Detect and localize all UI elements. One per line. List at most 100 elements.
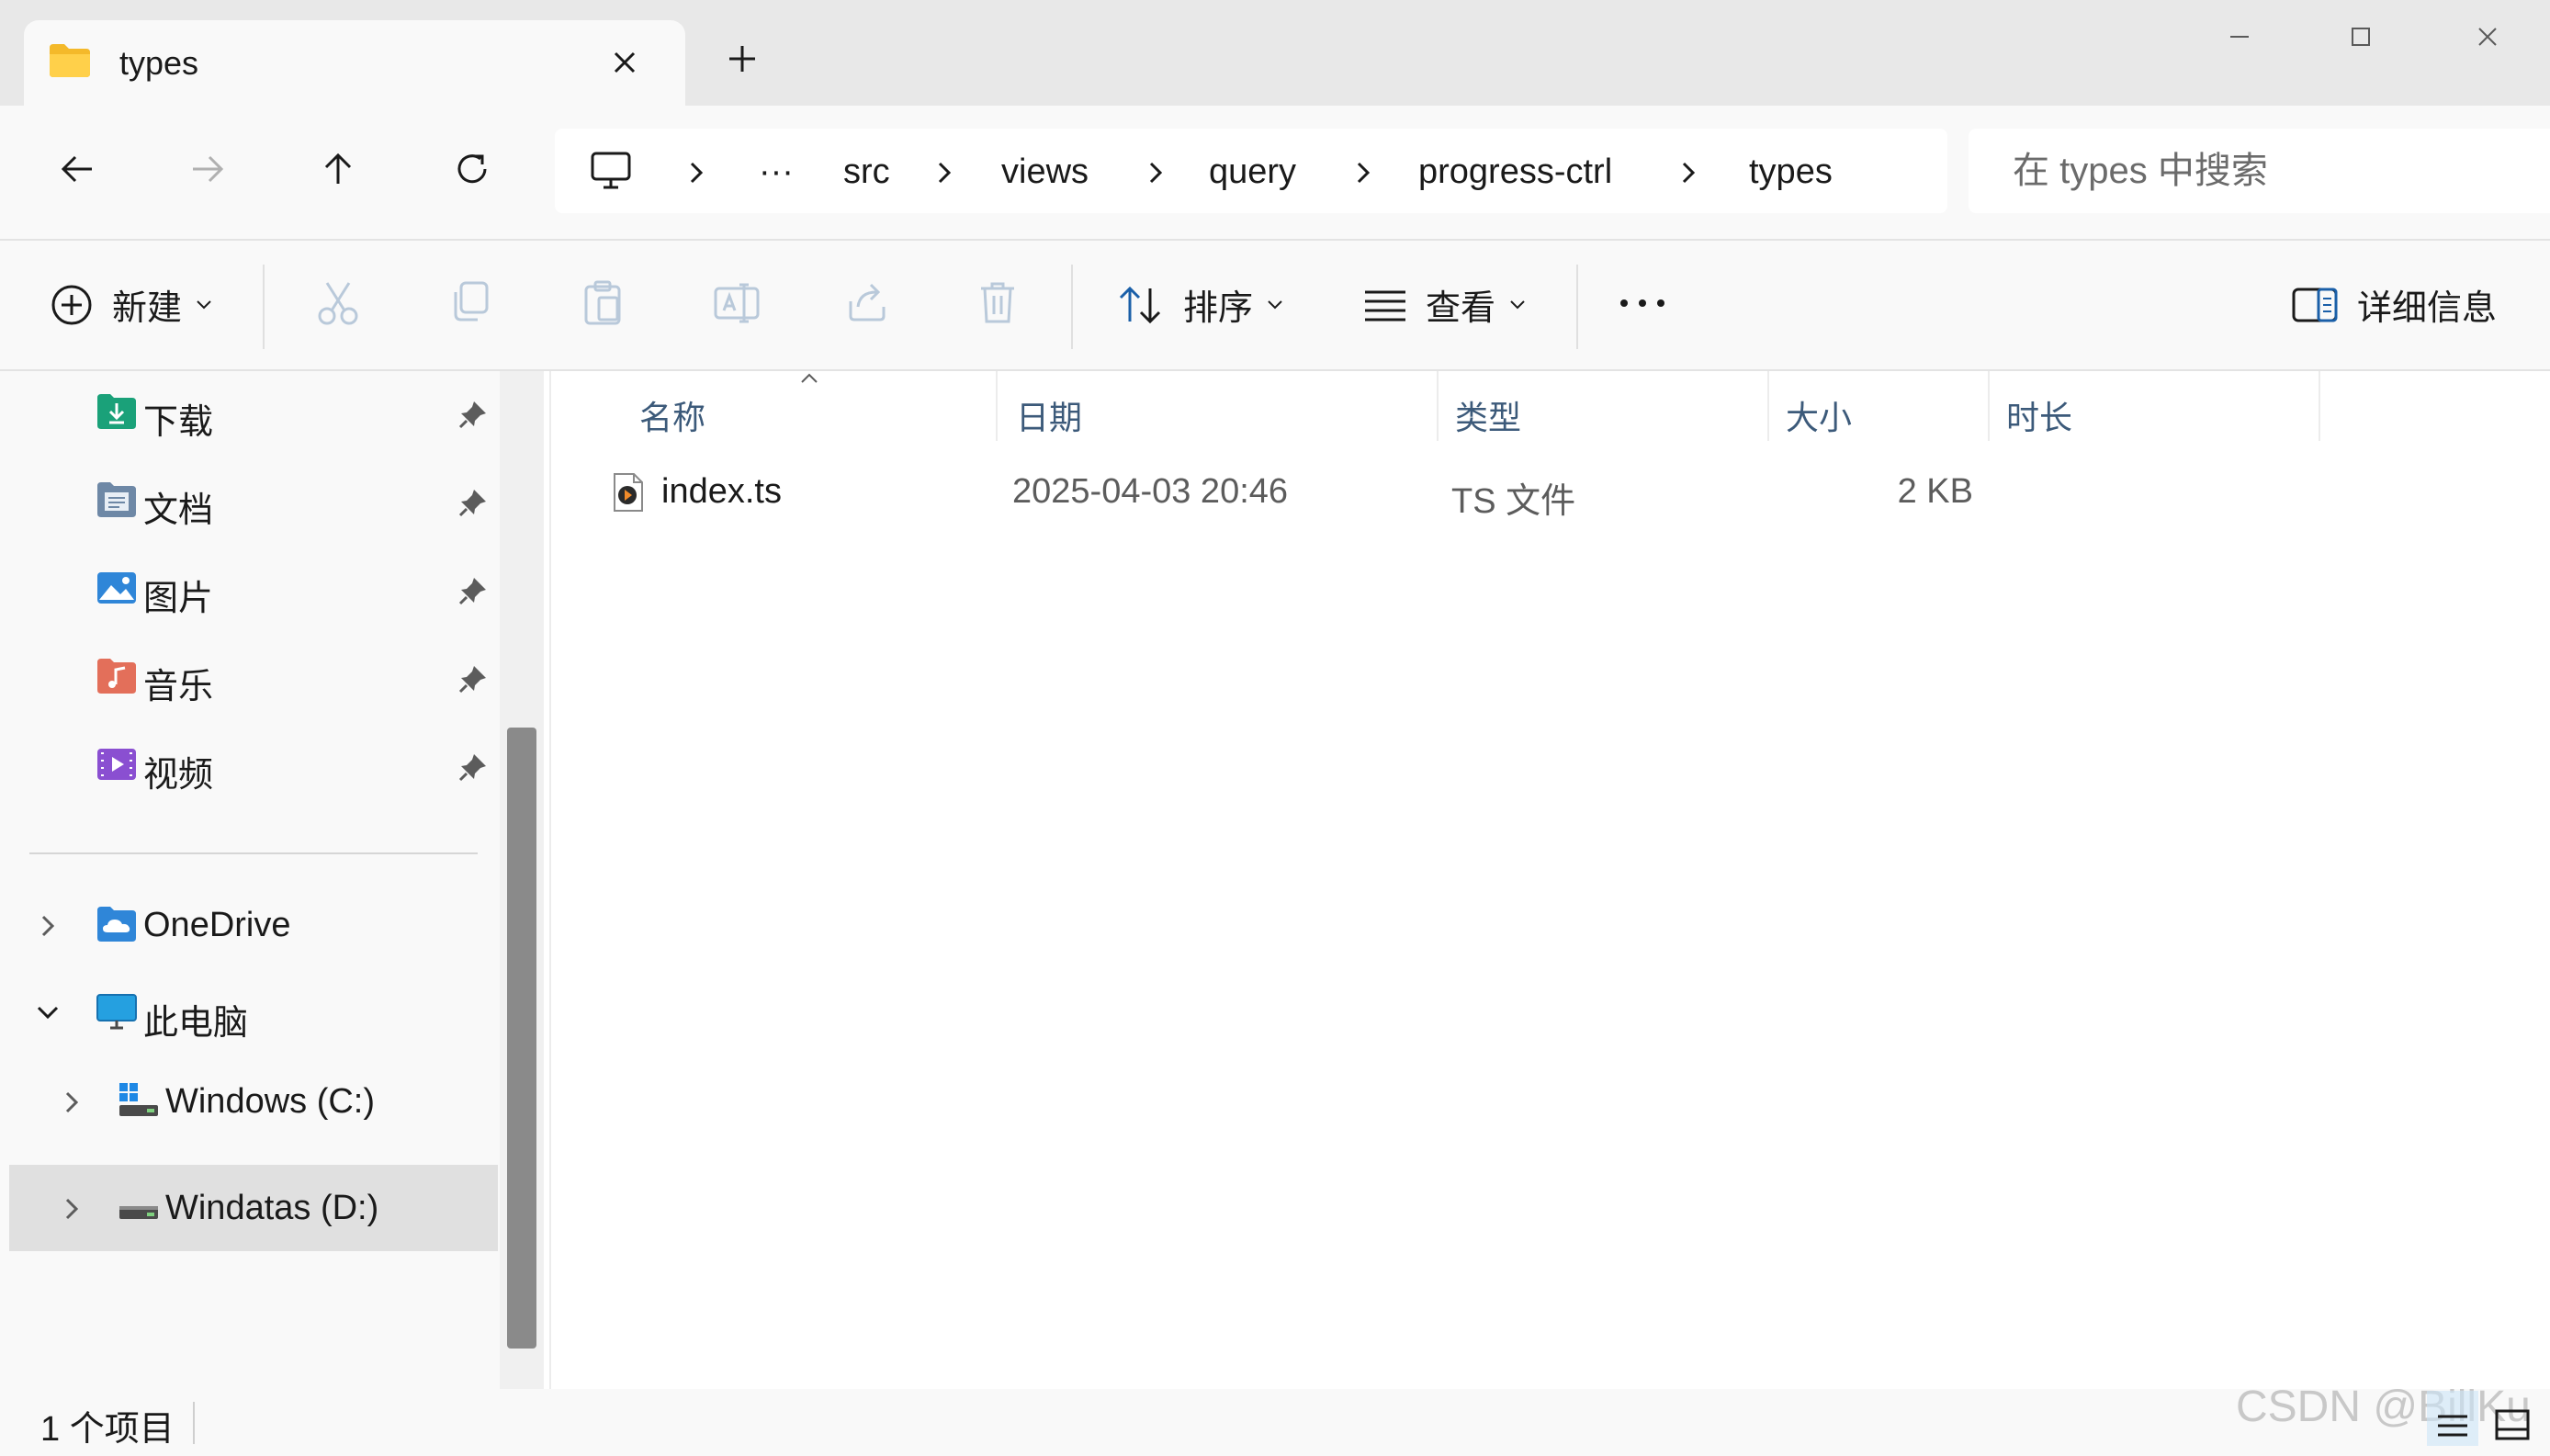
maximize-icon[interactable] [2344,20,2377,53]
column-header-type[interactable]: 类型 [1455,384,1767,446]
sidebar-item-label: OneDrive [143,906,291,944]
copy-button[interactable] [448,279,492,323]
chevron-right-icon[interactable] [933,160,955,186]
sidebar-item-onedrive[interactable]: OneDrive [0,882,498,968]
sidebar-item-label: 下载 [143,403,214,442]
computer-icon [96,993,138,1032]
sidebar-scrollbar[interactable] [500,371,544,1389]
drive-icon [118,1188,160,1226]
close-window-icon[interactable] [2471,20,2504,53]
pin-icon[interactable] [457,575,489,606]
sidebar-item-label: 视频 [143,756,214,795]
column-divider[interactable] [1988,371,1990,441]
details-pane-icon [2291,285,2339,325]
breadcrumb-types[interactable]: types [1749,152,1833,192]
sidebar-item-documents[interactable]: 文档 [0,457,498,544]
sort-arrows-icon [1117,283,1165,327]
tab-types[interactable]: types [24,20,685,107]
chevron-down-icon [1508,299,1527,311]
details-view-icon[interactable] [2425,1389,2480,1448]
delete-button[interactable] [977,279,1018,325]
tiles-view-icon[interactable] [2486,1389,2541,1448]
sidebar-item-downloads[interactable]: 下载 [0,369,498,456]
file-type: TS 文件 [1451,482,1576,521]
table-row[interactable]: index.ts 2025-04-03 20:46 TS 文件 2 KB [606,456,2352,535]
pin-icon[interactable] [457,663,489,694]
details-pane-label: 详细信息 [2357,289,2498,328]
pin-icon[interactable] [457,751,489,783]
search-input[interactable] [2011,147,2529,195]
tab-title: types [119,44,199,82]
breadcrumb-src[interactable]: src [843,152,890,192]
share-icon [845,279,889,323]
sidebar-item-music[interactable]: 音乐 [0,634,498,720]
paste-button[interactable] [581,279,625,327]
sidebar-item-drive-d[interactable]: Windatas (D:) [9,1165,498,1251]
chevron-right-icon[interactable] [1352,160,1374,186]
view-button[interactable]: 查看 [1363,279,1527,330]
sidebar-item-this-pc[interactable]: 此电脑 [0,970,498,1056]
scissors-icon [316,279,360,327]
new-button-label: 新建 [112,289,183,328]
chevron-right-icon[interactable] [37,913,59,939]
chevron-right-icon[interactable] [61,1196,83,1222]
sidebar-item-videos[interactable]: 视频 [0,722,498,808]
column-header-size[interactable]: 大小 [1786,384,1969,446]
copy-icon [448,279,492,323]
onedrive-folder-icon [96,905,138,943]
chevron-right-icon[interactable] [685,160,707,186]
status-divider [193,1402,195,1444]
pin-icon[interactable] [457,487,489,518]
pin-icon[interactable] [457,399,489,430]
column-divider[interactable] [2319,371,2320,441]
clipboard-icon [581,279,625,327]
status-bar: 1 个项目 [0,1389,2550,1456]
column-header-duration[interactable]: 时长 [2006,384,2300,446]
refresh-icon[interactable] [452,149,492,189]
minimize-icon[interactable] [2223,20,2256,53]
chevron-right-icon[interactable] [1145,160,1167,186]
navigation-pane: 下载 文档 图片 音乐 视频 OneDrive 此电脑 Windows (C:)… [0,371,500,1389]
close-tab-icon[interactable] [608,46,641,79]
chevron-right-icon[interactable] [61,1089,83,1115]
breadcrumb-overflow[interactable]: ··· [759,152,794,192]
breadcrumb-query[interactable]: query [1209,152,1296,192]
sidebar-item-drive-c[interactable]: Windows (C:) [0,1058,498,1145]
details-pane-button[interactable]: 详细信息 [2291,279,2497,330]
breadcrumb-progress-ctrl[interactable]: progress-ctrl [1418,152,1612,192]
documents-folder-icon [96,480,138,519]
rename-button[interactable] [713,279,761,327]
more-options-button[interactable] [1617,279,1668,323]
new-tab-icon[interactable] [726,42,759,75]
sidebar-item-pictures[interactable]: 图片 [0,546,498,632]
sort-button-label: 排序 [1183,289,1254,328]
column-divider[interactable] [996,371,998,441]
sidebar-item-label: Windatas (D:) [165,1189,379,1227]
column-header-name[interactable]: 名称 [639,384,988,446]
navigation-bar: ··· src views query progress-ctrl types [0,106,2550,241]
cut-button[interactable] [316,279,360,327]
new-button[interactable]: 新建 [50,279,213,330]
address-bar[interactable]: ··· src views query progress-ctrl types [555,129,1947,213]
share-button[interactable] [845,279,889,323]
column-header-date[interactable]: 日期 [1016,384,1420,446]
scrollbar-thumb[interactable] [507,728,536,1349]
column-divider[interactable] [1437,371,1439,441]
sidebar-item-label: Windows (C:) [165,1082,376,1121]
up-arrow-icon[interactable] [318,149,358,189]
ts-file-icon [612,472,645,513]
windows-drive-icon [118,1081,160,1120]
sidebar-item-label: 此电脑 [143,1004,249,1043]
breadcrumb-views[interactable]: views [1001,152,1089,192]
chevron-right-icon[interactable] [1677,160,1699,186]
forward-arrow-icon[interactable] [187,149,228,189]
more-dots-icon [1617,279,1668,323]
back-arrow-icon[interactable] [57,149,97,189]
sort-button[interactable]: 排序 [1117,279,1284,330]
sidebar-item-label: 音乐 [143,668,214,706]
this-pc-icon[interactable] [590,151,632,191]
search-box[interactable] [1969,129,2550,213]
column-divider[interactable] [1767,371,1769,441]
rename-icon [713,279,761,327]
chevron-down-icon[interactable] [35,1001,61,1023]
